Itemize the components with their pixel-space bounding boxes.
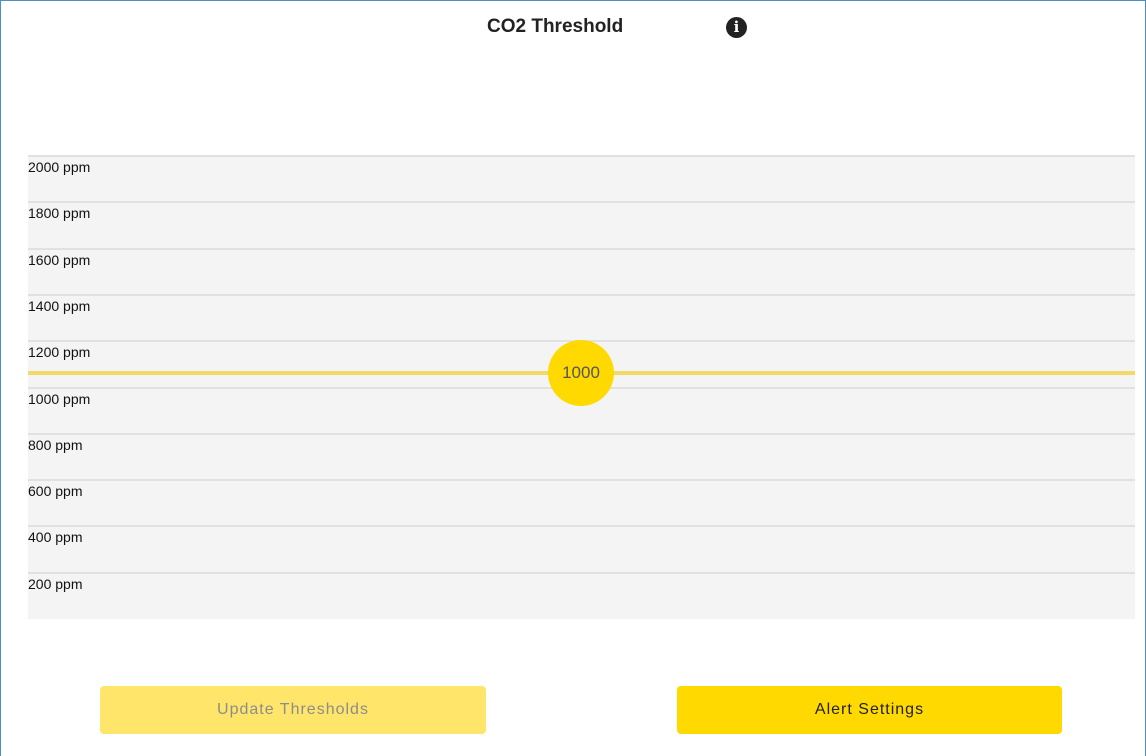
threshold-chart: 2000 ppm 1800 ppm 1600 ppm 1400 ppm 1200 ppm… [28, 155, 1135, 619]
y-tick-label: 1600 ppm [28, 251, 91, 268]
info-icon[interactable]: i [726, 17, 747, 38]
update-thresholds-button[interactable]: Update Thresholds [100, 686, 486, 734]
y-tick-label: 800 ppm [28, 436, 83, 453]
gridline-800 [28, 432, 1135, 435]
gridline-600 [28, 479, 1135, 482]
y-tick-label: 400 ppm [28, 529, 83, 546]
gridline-2000 [28, 155, 1135, 157]
alert-settings-button[interactable]: Alert Settings [677, 686, 1062, 734]
y-tick-label: 1200 ppm [28, 344, 91, 361]
y-tick-label: 1400 ppm [28, 297, 91, 314]
page-title: CO2 Threshold [487, 16, 624, 37]
gridline-400 [28, 525, 1135, 528]
y-tick-label: 200 ppm [28, 575, 83, 592]
threshold-handle[interactable]: 1000 [548, 339, 614, 406]
gridline-1600 [28, 247, 1135, 250]
y-tick-label: 600 ppm [28, 483, 83, 500]
y-tick-label: 2000 ppm [28, 159, 91, 175]
gridline-1400 [28, 293, 1135, 296]
y-tick-label: 1800 ppm [28, 205, 91, 222]
y-tick-label: 1000 ppm [28, 390, 91, 407]
gridline-200 [28, 571, 1135, 574]
gridline-1800 [28, 201, 1135, 204]
header: CO2 Threshold i [0, 14, 1146, 44]
